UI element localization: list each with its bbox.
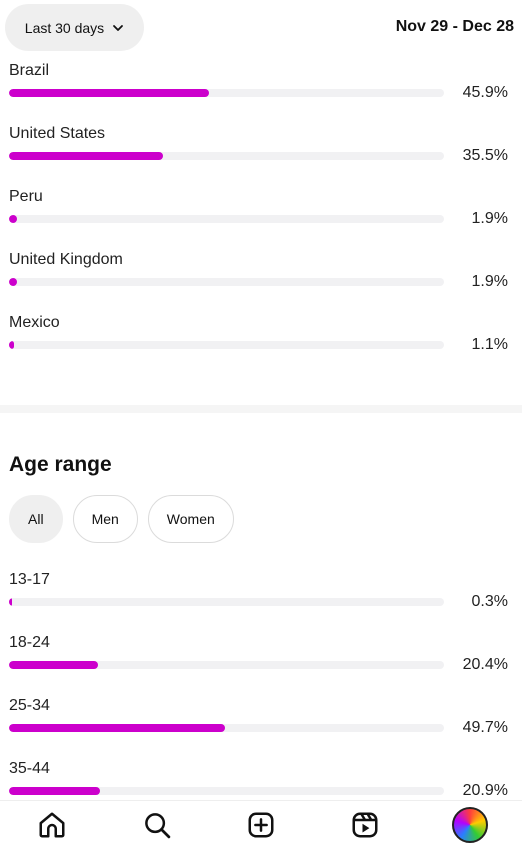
age-percent: 49.7% bbox=[462, 719, 508, 736]
search-icon bbox=[144, 812, 170, 838]
bar-track bbox=[9, 152, 444, 160]
insights-scroll-area[interactable]: Brazil 45.9% United States 35.5% Peru 1.… bbox=[0, 0, 522, 800]
bar-fill bbox=[9, 598, 12, 606]
bar-track bbox=[9, 724, 444, 732]
location-percent: 1.1% bbox=[471, 336, 508, 353]
location-row: Mexico 1.1% bbox=[0, 314, 522, 377]
age-percent: 20.4% bbox=[462, 656, 508, 673]
location-percent: 1.9% bbox=[471, 273, 508, 290]
bar-track bbox=[9, 215, 444, 223]
location-percent: 35.5% bbox=[462, 147, 508, 164]
age-label: 13-17 bbox=[9, 571, 50, 588]
bar-track bbox=[9, 787, 444, 795]
age-row: 35-44 20.9% bbox=[0, 760, 522, 800]
bar-fill bbox=[9, 724, 226, 732]
age-percent: 20.9% bbox=[462, 782, 508, 799]
location-row: United Kingdom 1.9% bbox=[0, 251, 522, 314]
nav-create[interactable] bbox=[239, 803, 283, 847]
bottom-nav bbox=[0, 800, 522, 848]
bar-track bbox=[9, 341, 444, 349]
nav-search[interactable] bbox=[135, 803, 179, 847]
home-icon bbox=[39, 812, 65, 837]
location-row: Peru 1.9% bbox=[0, 188, 522, 251]
location-row: United States 35.5% bbox=[0, 125, 522, 188]
bar-fill bbox=[9, 661, 98, 669]
bar-track bbox=[9, 278, 444, 286]
age-row: 25-34 49.7% bbox=[0, 697, 522, 760]
filter-chip-men[interactable]: Men bbox=[72, 495, 138, 543]
bar-fill bbox=[9, 341, 14, 349]
filter-chip-all[interactable]: All bbox=[9, 495, 63, 543]
bar-fill bbox=[9, 787, 100, 795]
location-label: Brazil bbox=[9, 62, 50, 79]
location-percent: 1.9% bbox=[471, 210, 508, 227]
bar-fill bbox=[9, 89, 209, 97]
location-row: Brazil 45.9% bbox=[0, 62, 522, 125]
nav-profile[interactable] bbox=[448, 803, 492, 847]
date-range-dropdown[interactable]: Last 30 days bbox=[5, 4, 144, 51]
chevron-down-icon bbox=[113, 24, 124, 31]
age-label: 35-44 bbox=[9, 760, 50, 777]
section-divider bbox=[0, 405, 522, 413]
age-row: 18-24 20.4% bbox=[0, 634, 522, 697]
location-percent: 45.9% bbox=[462, 84, 508, 101]
nav-home[interactable] bbox=[30, 803, 74, 847]
profile-avatar bbox=[451, 806, 488, 843]
age-percent: 0.3% bbox=[471, 593, 508, 610]
reels-icon bbox=[352, 812, 378, 837]
age-label: 25-34 bbox=[9, 697, 50, 714]
location-label: Peru bbox=[9, 188, 43, 205]
location-label: Mexico bbox=[9, 314, 60, 331]
create-icon bbox=[248, 812, 274, 837]
date-range-text: Nov 29 - Dec 28 bbox=[395, 18, 514, 35]
gender-filter-chips: All Men Women bbox=[9, 495, 234, 543]
bar-fill bbox=[9, 152, 164, 160]
bar-fill bbox=[9, 278, 18, 286]
date-range-dropdown-label: Last 30 days bbox=[24, 19, 105, 36]
filter-chip-women[interactable]: Women bbox=[147, 495, 234, 543]
bar-track bbox=[9, 661, 444, 669]
age-row: 13-17 0.3% bbox=[0, 571, 522, 634]
age-range-title: Age range bbox=[9, 453, 112, 476]
age-label: 18-24 bbox=[9, 634, 50, 651]
bar-track bbox=[9, 89, 444, 97]
bar-track bbox=[9, 598, 444, 606]
nav-reels[interactable] bbox=[343, 803, 387, 847]
bar-fill bbox=[9, 215, 18, 223]
top-bar: Last 30 days Nov 29 - Dec 28 bbox=[0, 0, 522, 60]
location-label: United States bbox=[9, 125, 106, 142]
location-label: United Kingdom bbox=[9, 251, 123, 268]
